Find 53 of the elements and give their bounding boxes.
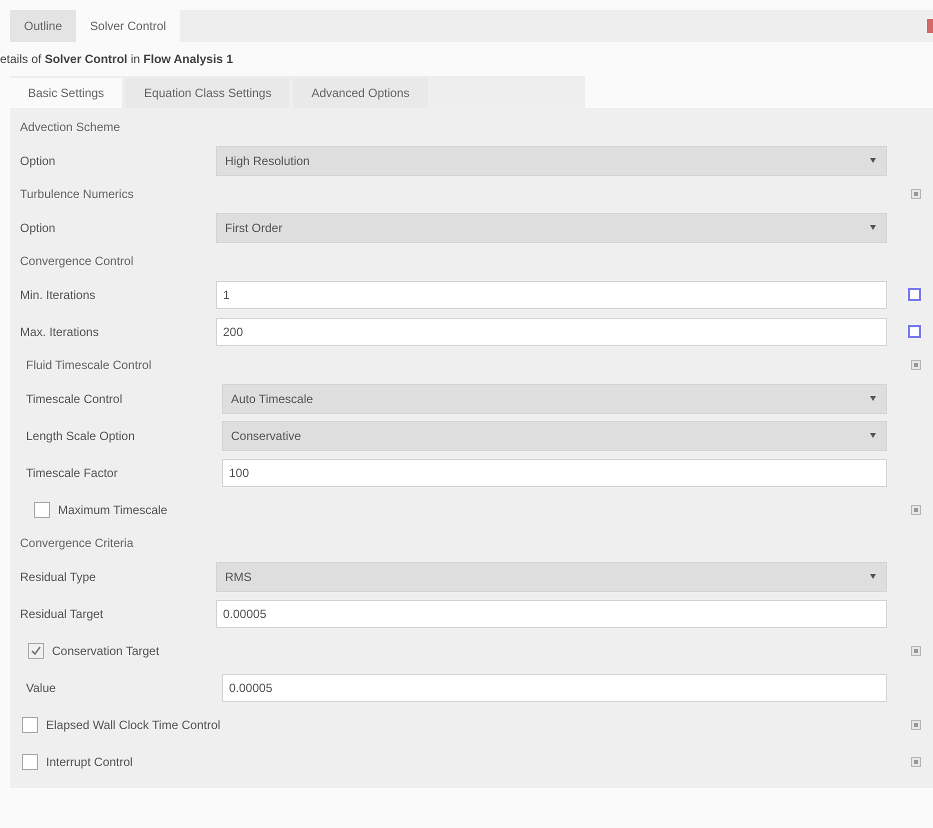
- settings-tab[interactable]: Basic Settings: [10, 78, 122, 108]
- parameter-icon[interactable]: [908, 288, 921, 301]
- collapse-icon[interactable]: [911, 756, 921, 766]
- field-label: Option: [20, 220, 56, 234]
- field-label: Length Scale Option: [26, 428, 136, 442]
- section-header: Fluid Timescale Control: [25, 358, 152, 372]
- checkbox[interactable]: [22, 754, 38, 770]
- field-label: Residual Target: [20, 606, 104, 620]
- field-label: Min. Iterations: [20, 288, 96, 302]
- collapse-icon[interactable]: [911, 360, 921, 370]
- input-field[interactable]: 200: [216, 318, 887, 346]
- details-title: etails of Solver Control in Flow Analysis 1: [0, 51, 234, 68]
- section-header: Convergence Criteria: [19, 536, 134, 550]
- dropdown[interactable]: RMS: [216, 562, 887, 592]
- settings-tab[interactable]: Advanced Options: [293, 78, 428, 108]
- field-label: Timescale Factor: [26, 466, 119, 480]
- field-label: Max. Iterations: [20, 324, 100, 338]
- input-field[interactable]: 1: [216, 280, 887, 308]
- collapse-icon[interactable]: [911, 504, 921, 514]
- input-field[interactable]: 0.00005: [222, 674, 887, 702]
- dropdown[interactable]: Conservative: [222, 420, 887, 450]
- input-field[interactable]: 0.00005: [216, 600, 887, 628]
- field-label: Option: [20, 154, 56, 168]
- section-header: Turbulence Numerics: [19, 187, 134, 201]
- field-label: Residual Type: [20, 570, 97, 584]
- input-field[interactable]: 100: [222, 458, 887, 486]
- checkbox-label: Interrupt Control: [46, 754, 133, 768]
- dropdown[interactable]: High Resolution: [216, 146, 887, 176]
- caret-icon: [870, 433, 876, 438]
- dropdown[interactable]: Auto Timescale: [222, 384, 887, 414]
- checkbox-label: Elapsed Wall Clock Time Control: [46, 718, 220, 732]
- panel-tab[interactable]: Outline: [10, 10, 76, 42]
- checkbox-label: Maximum Timescale: [58, 502, 168, 516]
- panel-tab[interactable]: Solver Control: [76, 10, 180, 42]
- checkbox-label: Conservation Target: [52, 644, 160, 658]
- collapse-icon[interactable]: [911, 189, 921, 199]
- field-label: Timescale Control: [26, 392, 124, 406]
- checkbox[interactable]: [22, 716, 38, 732]
- checkmark-icon: [30, 644, 42, 656]
- caret-icon: [870, 574, 876, 579]
- parameter-icon[interactable]: [908, 325, 921, 338]
- field-label: Value: [26, 680, 57, 694]
- collapse-icon[interactable]: [911, 646, 921, 656]
- settings-tab[interactable]: Equation Class Settings: [126, 78, 290, 108]
- caret-icon: [870, 225, 876, 230]
- checkbox[interactable]: [28, 642, 44, 658]
- dropdown[interactable]: First Order: [216, 212, 887, 242]
- checkbox[interactable]: [34, 502, 50, 518]
- caret-icon: [870, 396, 876, 401]
- section-header: Convergence Control: [19, 254, 134, 268]
- section-header: Advection Scheme: [19, 120, 120, 134]
- collapse-icon[interactable]: [911, 720, 921, 730]
- caret-icon: [870, 158, 876, 163]
